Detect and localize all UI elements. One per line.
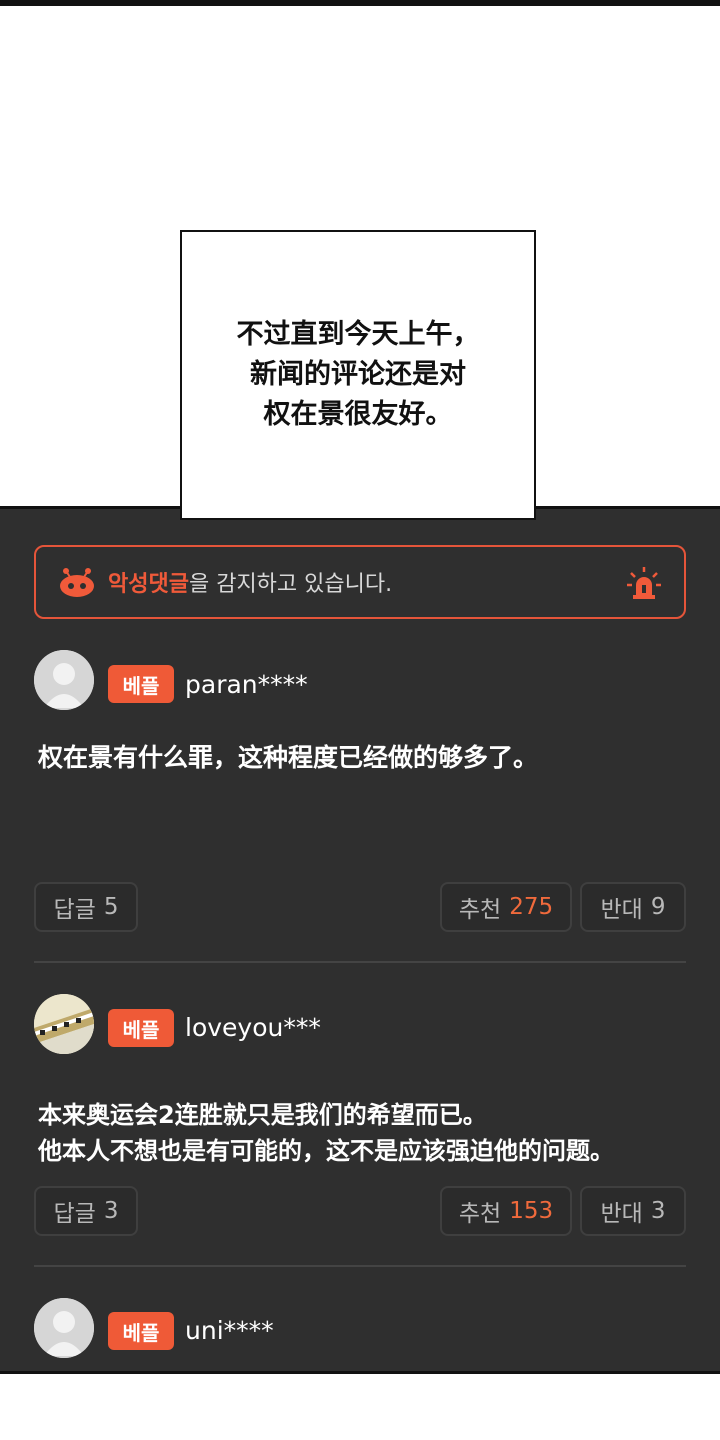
like-label: 추천 — [458, 1201, 502, 1227]
top-border — [0, 0, 720, 6]
username[interactable]: loveyou*** — [185, 1013, 321, 1042]
avatar[interactable] — [34, 650, 94, 710]
divider — [34, 961, 686, 963]
dislike-label: 반대 — [600, 1201, 643, 1227]
robot-icon — [60, 568, 94, 597]
like-count: 153 — [509, 1198, 554, 1224]
dislike-count: 3 — [650, 1198, 666, 1224]
dislike-count: 9 — [650, 894, 666, 920]
siren-icon — [627, 567, 661, 599]
alert-highlight: 악성댓글 — [108, 572, 189, 597]
comment-body: 本来奥运会2连胜就只是我们的希望而已。 他本人不想也是有可能的，这不是应该强迫他… — [38, 1101, 614, 1165]
best-comment-badge: 베플 — [108, 665, 174, 703]
dislike-button[interactable]: 반대 3 — [580, 1186, 686, 1236]
avatar[interactable] — [34, 994, 94, 1054]
best-comment-badge: 베플 — [108, 1009, 174, 1047]
avatar[interactable] — [34, 1298, 94, 1358]
reply-button[interactable]: 답글 5 — [34, 882, 138, 932]
dislike-button[interactable]: 반대 9 — [580, 882, 686, 932]
comment-body: 权在景有什么罪，这种程度已经做的够多了。 — [38, 743, 539, 772]
default-user-icon — [34, 1298, 94, 1358]
divider — [34, 1265, 686, 1267]
profile-image-icon — [34, 994, 94, 1054]
dislike-label: 반대 — [600, 897, 643, 923]
like-count: 275 — [509, 894, 554, 920]
alert-text: 악성댓글을 감지하고 있습니다. — [108, 566, 392, 598]
like-button[interactable]: 추천 275 — [440, 882, 572, 932]
username[interactable]: uni**** — [185, 1316, 274, 1345]
reply-button[interactable]: 답글 3 — [34, 1186, 138, 1236]
reply-label: 답글 — [53, 897, 96, 923]
malicious-comment-alert: 악성댓글을 감지하고 있습니다. — [34, 545, 686, 619]
alert-rest: 을 감지하고 있습니다. — [188, 572, 393, 597]
default-user-icon — [34, 650, 94, 710]
reply-count: 3 — [103, 1198, 119, 1224]
comment-panel — [0, 506, 720, 1374]
like-label: 추천 — [458, 897, 502, 923]
reply-label: 답글 — [53, 1201, 96, 1227]
best-comment-badge: 베플 — [108, 1312, 174, 1350]
reply-count: 5 — [103, 894, 119, 920]
username[interactable]: paran**** — [185, 670, 308, 699]
like-button[interactable]: 추천 153 — [440, 1186, 572, 1236]
caption-text: 不过直到今天上午， 新闻的评论还是对 权在景很友好。 — [236, 319, 480, 430]
caption-box: 不过直到今天上午， 新闻的评论还是对 权在景很友好。 — [180, 230, 536, 520]
